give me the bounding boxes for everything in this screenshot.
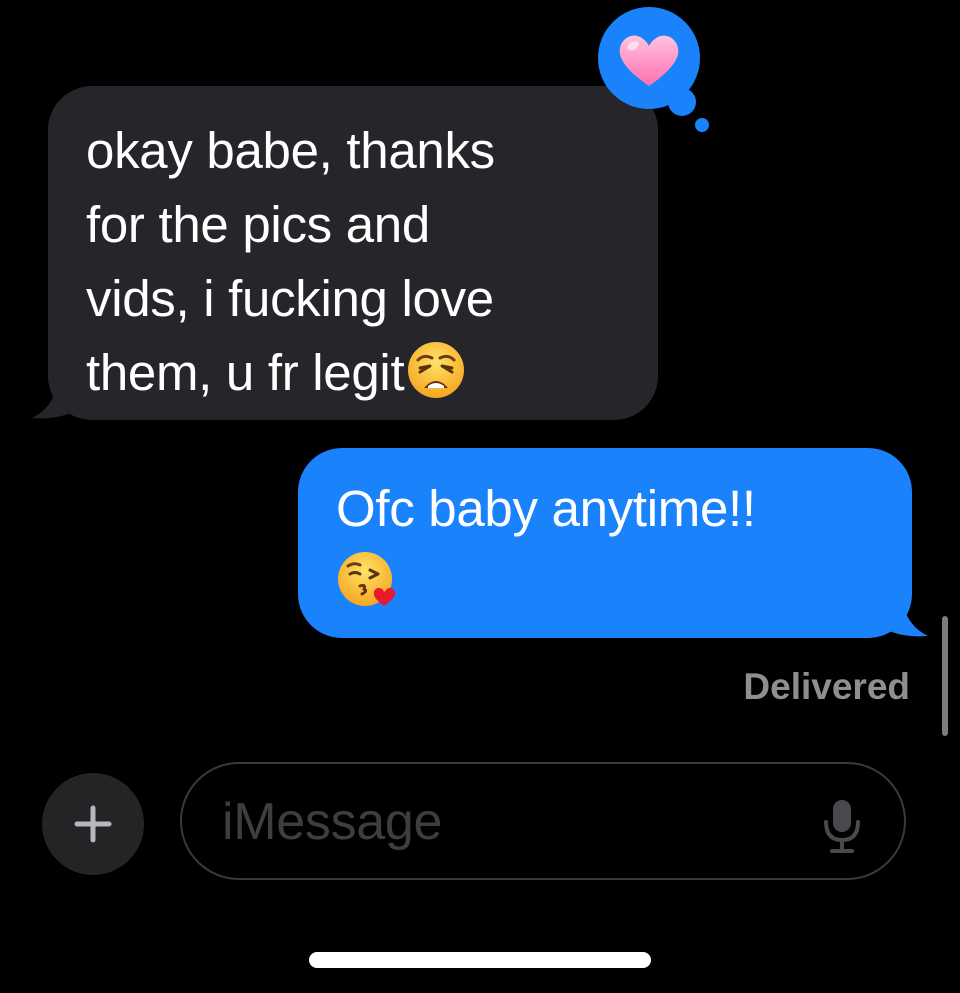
- home-indicator[interactable]: [309, 952, 651, 968]
- delivery-status: Delivered: [743, 666, 910, 707]
- sent-message-text: Ofc baby anytime!!: [336, 474, 896, 610]
- received-message-bubble[interactable]: okay babe, thanks for the pics and vids,…: [48, 86, 658, 420]
- message-input-placeholder: iMessage: [222, 793, 443, 851]
- plus-icon: [74, 805, 112, 843]
- face-blowing-kiss-emoji-icon: [338, 552, 396, 606]
- weary-face-emoji-icon: [408, 342, 465, 398]
- received-message-text: okay babe, thanks for the pics and vids,…: [86, 122, 495, 401]
- sent-message-bubble[interactable]: Ofc baby anytime!!: [298, 448, 912, 638]
- heart-tapback-icon[interactable]: [596, 6, 716, 136]
- message-input[interactable]: iMessage: [180, 762, 906, 880]
- add-attachment-button[interactable]: [42, 773, 144, 875]
- scroll-indicator[interactable]: [942, 616, 948, 736]
- microphone-icon[interactable]: [822, 798, 862, 854]
